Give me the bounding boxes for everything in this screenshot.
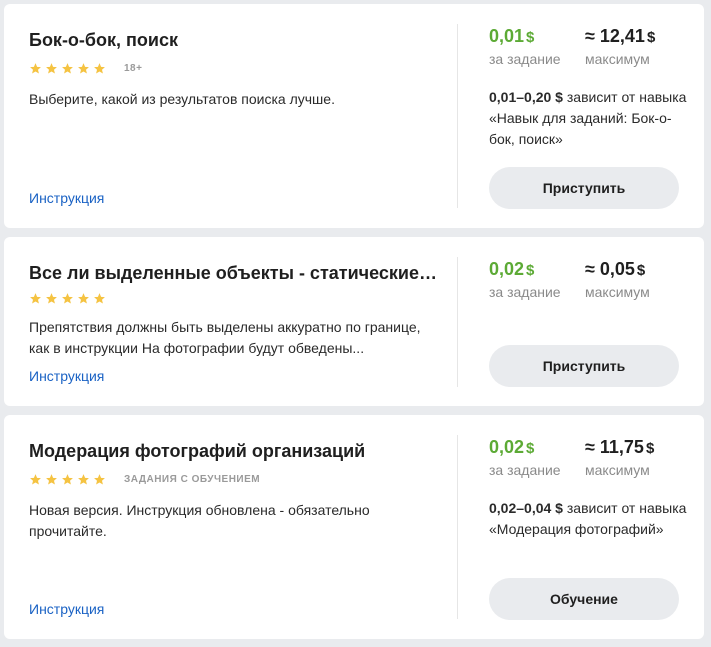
- instruction-link[interactable]: Инструкция: [29, 368, 104, 384]
- price-max: ≈ 11,75 $ максимум: [585, 435, 654, 479]
- start-button[interactable]: Приступить: [489, 167, 679, 209]
- price-max: ≈ 12,41 $ максимум: [585, 24, 655, 68]
- task-meta: ЗАДАНИЯ С ОБУЧЕНИЕМ: [29, 470, 260, 488]
- price-per-task: 0,02 $ за задание: [489, 257, 561, 301]
- divider: [457, 257, 458, 387]
- price-max: ≈ 0,05 $ максимум: [585, 257, 650, 301]
- task-title: Бок-о-бок, поиск: [29, 30, 179, 50]
- task-title: Модерация фотографий организаций: [29, 441, 366, 461]
- task-card[interactable]: Модерация фотографий организаций ЗАДАНИЯ…: [4, 415, 704, 639]
- reward-range: 0,02–0,04 $: [489, 500, 563, 516]
- task-meta: [29, 289, 106, 307]
- star-icon: [61, 473, 74, 486]
- star-icon: [93, 292, 106, 305]
- reward-range: 0,01–0,20 $: [489, 89, 563, 105]
- training-button[interactable]: Обучение: [489, 578, 679, 620]
- price-currency: $: [526, 262, 535, 279]
- star-icon: [29, 62, 42, 75]
- price-currency: $: [526, 29, 535, 46]
- star-icon: [45, 62, 58, 75]
- max-currency: $: [636, 262, 646, 279]
- star-icon: [77, 473, 90, 486]
- price-label: за задание: [489, 462, 561, 478]
- price-label: за задание: [489, 284, 561, 300]
- skill-dependency: 0,02–0,04 $ зависит от навыка «Модерация…: [489, 498, 689, 540]
- star-icon: [45, 473, 58, 486]
- task-card[interactable]: Бок-о-бок, поиск 18+ Выберите, какой из …: [4, 4, 704, 228]
- task-title: Все ли выделенные объекты - статические …: [29, 263, 439, 283]
- star-icon: [77, 62, 90, 75]
- max-currency: $: [645, 440, 655, 457]
- rating-stars: [29, 292, 106, 305]
- max-label: максимум: [585, 51, 650, 67]
- instruction-link[interactable]: Инструкция: [29, 601, 104, 617]
- star-icon: [29, 473, 42, 486]
- max-label: максимум: [585, 462, 650, 478]
- price-value: 0,01: [489, 26, 525, 46]
- price-label: за задание: [489, 51, 561, 67]
- star-icon: [77, 292, 90, 305]
- rating-stars: [29, 62, 106, 75]
- task-meta: 18+: [29, 59, 142, 77]
- star-icon: [93, 473, 106, 486]
- task-description: Выберите, какой из результатов поиска лу…: [29, 91, 335, 107]
- age-badge: 18+: [124, 62, 143, 74]
- star-icon: [61, 62, 74, 75]
- max-value: ≈ 12,41: [585, 26, 645, 46]
- price-currency: $: [526, 440, 535, 457]
- star-icon: [45, 292, 58, 305]
- star-icon: [61, 292, 74, 305]
- max-currency: $: [646, 29, 656, 46]
- divider: [457, 24, 458, 208]
- task-card[interactable]: Все ли выделенные объекты - статические …: [4, 237, 704, 406]
- price-per-task: 0,02 $ за задание: [489, 435, 561, 479]
- start-button[interactable]: Приступить: [489, 345, 679, 387]
- star-icon: [93, 62, 106, 75]
- price-per-task: 0,01 $ за задание: [489, 24, 561, 68]
- rating-stars: [29, 473, 106, 486]
- skill-dependency: 0,01–0,20 $ зависит от навыка «Навык для…: [489, 87, 689, 150]
- max-value: ≈ 0,05: [585, 259, 635, 279]
- task-description: Новая версия. Инструкция обновлена - обя…: [29, 502, 370, 539]
- max-label: максимум: [585, 284, 650, 300]
- star-icon: [29, 292, 42, 305]
- divider: [457, 435, 458, 619]
- max-value: ≈ 11,75: [585, 437, 644, 457]
- task-description: Препятствия должны быть выделены аккурат…: [29, 319, 421, 356]
- price-value: 0,02: [489, 437, 525, 457]
- training-badge: ЗАДАНИЯ С ОБУЧЕНИЕМ: [124, 473, 261, 485]
- price-value: 0,02: [489, 259, 525, 279]
- instruction-link[interactable]: Инструкция: [29, 190, 104, 206]
